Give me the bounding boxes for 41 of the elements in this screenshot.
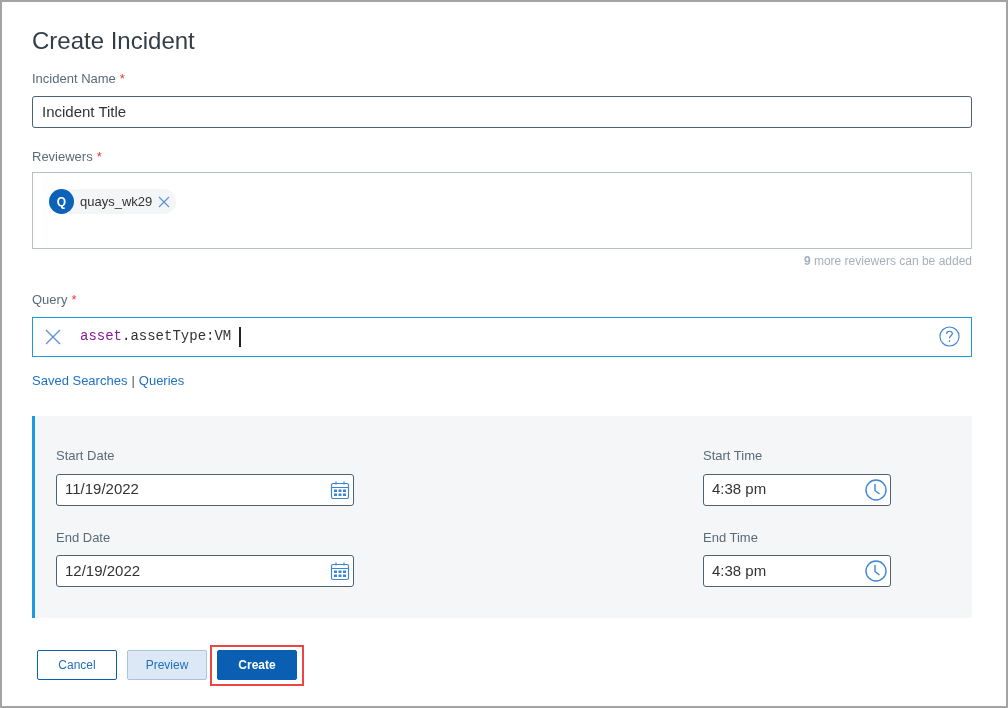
avatar: Q: [49, 189, 74, 214]
link[interactable]: Queries: [138, 370, 185, 390]
field-label: Query: [32, 291, 68, 309]
cancel-button[interactable]: Cancel: [37, 650, 117, 680]
calendar-icon[interactable]: [330, 561, 350, 581]
date-value: 11/19/2022: [65, 479, 139, 500]
time-field[interactable]: 4:38 pm: [703, 555, 891, 587]
clock-icon[interactable]: [865, 478, 887, 501]
calendar-icon[interactable]: [330, 479, 350, 500]
reviewer-name: quays_wk29: [80, 192, 153, 211]
help-icon[interactable]: [939, 326, 960, 347]
required-mark: *: [119, 72, 125, 86]
query-text[interactable]: asset.assetType:VM: [80, 326, 232, 347]
clock-icon[interactable]: [865, 560, 887, 582]
reviewers-hint: 9 more reviewers can be added: [803, 253, 972, 270]
field-label: Start Time: [703, 447, 764, 465]
field-label: Start Date: [56, 447, 116, 465]
time-value: 4:38 pm: [712, 479, 767, 500]
clear-icon[interactable]: [44, 327, 62, 346]
page-title: Create Incident: [32, 26, 196, 56]
required-mark: *: [96, 149, 102, 163]
reviewer-chip[interactable]: Q quays_wk29: [49, 189, 177, 214]
field-label: End Time: [703, 528, 759, 547]
date-value: 12/19/2022: [65, 560, 141, 581]
incident-name-field[interactable]: Incident Title: [32, 95, 972, 128]
create-button[interactable]: Create: [217, 650, 297, 680]
field-label: Reviewers: [32, 147, 93, 166]
preview-button[interactable]: Preview: [127, 650, 207, 680]
time-field[interactable]: 4:38 pm: [703, 473, 891, 506]
reviewers-field[interactable]: Q quays_wk29: [32, 172, 972, 249]
field-label: Incident Name: [32, 70, 116, 88]
close-icon[interactable]: [158, 195, 171, 208]
time-value: 4:38 pm: [712, 560, 767, 581]
link[interactable]: Saved Searches: [32, 370, 128, 390]
date-field[interactable]: 12/19/2022: [56, 555, 354, 587]
field-label: End Date: [56, 528, 112, 547]
text-cursor: [239, 326, 241, 347]
query-field[interactable]: asset.assetType:VM: [32, 316, 972, 357]
date-field[interactable]: 11/19/2022: [56, 473, 354, 506]
link-separator: |: [131, 371, 135, 390]
required-mark: *: [71, 293, 77, 307]
